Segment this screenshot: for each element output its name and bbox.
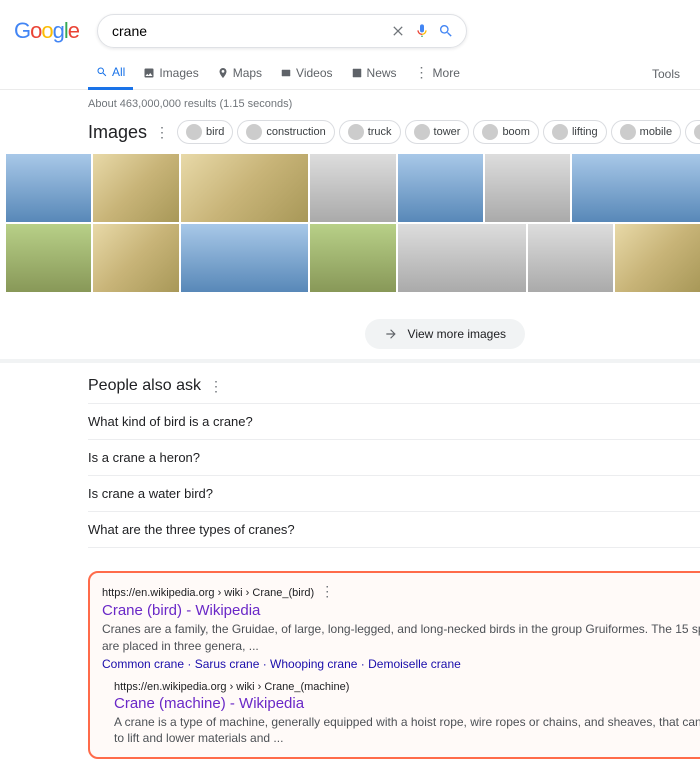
tab-news[interactable]: News	[343, 60, 405, 88]
chip-thumb-icon	[414, 124, 430, 140]
chip-lifting[interactable]: lifting	[543, 120, 607, 144]
chip-thumb-icon	[620, 124, 636, 140]
chip-mobile[interactable]: mobile	[611, 120, 681, 144]
tab-videos[interactable]: Videos	[272, 60, 340, 88]
feedback-link[interactable]: Feedback	[88, 548, 700, 563]
image-result[interactable]	[310, 154, 395, 222]
search-input[interactable]	[110, 22, 382, 40]
chip-tower[interactable]: tower	[405, 120, 470, 144]
organic-results-highlight: https://en.wikipedia.org › wiki › Crane_…	[88, 571, 700, 759]
kebab-icon[interactable]: ⋮	[320, 583, 334, 599]
tabs-bar: All Images Maps Videos News ⋮More Tools	[0, 48, 700, 90]
image-icon	[143, 67, 155, 79]
tab-all[interactable]: All	[88, 59, 133, 90]
image-result[interactable]	[181, 154, 309, 222]
kebab-icon: ⋮	[415, 64, 429, 81]
tab-maps[interactable]: Maps	[209, 60, 270, 88]
kebab-icon[interactable]: ⋮	[155, 124, 169, 141]
image-result[interactable]	[93, 154, 178, 222]
result-title[interactable]: Crane (bird) - Wikipedia	[102, 602, 700, 619]
mic-icon[interactable]	[414, 23, 430, 39]
result-sitelinks[interactable]: Common crane · Sarus crane · Whooping cr…	[102, 657, 700, 671]
result-url[interactable]: https://en.wikipedia.org › wiki › Crane_…	[102, 583, 700, 600]
chip-thumb-icon	[694, 124, 700, 140]
image-result[interactable]	[6, 224, 91, 292]
result-desc: Cranes are a family, the Gruidae, of lar…	[102, 621, 700, 655]
image-result[interactable]	[572, 154, 700, 222]
result-desc: A crane is a type of machine, generally …	[114, 714, 700, 748]
image-result[interactable]	[615, 224, 700, 292]
image-result[interactable]	[528, 224, 613, 292]
image-result[interactable]	[181, 224, 309, 292]
arrow-right-icon	[384, 327, 398, 341]
paa-question[interactable]: What are the three types of cranes?	[88, 511, 700, 548]
chip-thumb-icon	[482, 124, 498, 140]
chip-thumb-icon	[246, 124, 262, 140]
image-chips: bird construction truck tower boom lifti…	[177, 120, 700, 144]
image-result[interactable]	[398, 154, 483, 222]
tools-button[interactable]: Tools	[652, 67, 680, 81]
chip-thumb-icon	[348, 124, 364, 140]
video-icon	[280, 67, 292, 79]
image-result[interactable]	[398, 224, 526, 292]
image-result[interactable]	[93, 224, 178, 292]
paa-heading: People also ask⋮	[88, 377, 700, 395]
search-result: https://en.wikipedia.org › wiki › Crane_…	[114, 681, 700, 748]
image-grid	[0, 154, 700, 292]
images-heading: Images	[88, 122, 147, 143]
chip-thumb-icon	[186, 124, 202, 140]
image-result[interactable]	[485, 154, 570, 222]
tab-images[interactable]: Images	[135, 60, 206, 88]
result-title[interactable]: Crane (machine) - Wikipedia	[114, 695, 700, 712]
chip-truck[interactable]: truck	[339, 120, 401, 144]
search-result: https://en.wikipedia.org › wiki › Crane_…	[102, 583, 700, 747]
clear-icon[interactable]	[390, 23, 406, 39]
search-box	[97, 14, 467, 48]
kebab-icon[interactable]: ⋮	[209, 378, 223, 395]
google-logo[interactable]: Google	[14, 18, 79, 44]
chip-construction[interactable]: construction	[237, 120, 334, 144]
paa-question[interactable]: Is crane a water bird?	[88, 475, 700, 511]
image-result[interactable]	[310, 224, 395, 292]
paa-question[interactable]: What kind of bird is a crane?	[88, 403, 700, 439]
paa-question[interactable]: Is a crane a heron?	[88, 439, 700, 475]
result-stats: About 463,000,000 results (1.15 seconds)	[0, 90, 700, 110]
pin-icon	[217, 67, 229, 79]
feedback-link[interactable]: Feedback	[88, 294, 700, 309]
search-icon[interactable]	[438, 23, 454, 39]
chip-drawing[interactable]: drawing	[685, 120, 700, 144]
image-result[interactable]	[6, 154, 91, 222]
view-more-images-button[interactable]: View more images	[365, 319, 525, 349]
search-icon	[96, 66, 108, 78]
tab-more[interactable]: ⋮More	[407, 58, 468, 89]
chip-bird[interactable]: bird	[177, 120, 233, 144]
chip-boom[interactable]: boom	[473, 120, 539, 144]
news-icon	[351, 67, 363, 79]
chip-thumb-icon	[552, 124, 568, 140]
result-url[interactable]: https://en.wikipedia.org › wiki › Crane_…	[114, 681, 700, 693]
